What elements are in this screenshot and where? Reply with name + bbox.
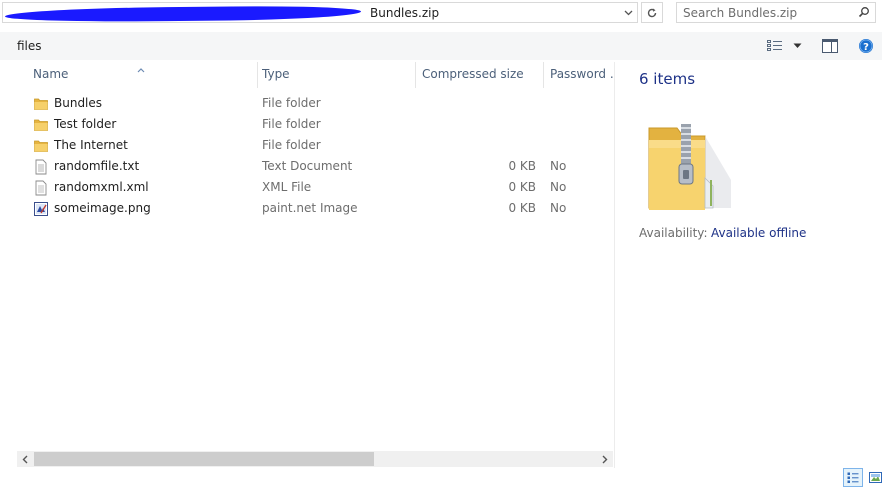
scrollbar-thumb[interactable]	[34, 452, 374, 466]
change-view-button[interactable]	[767, 38, 783, 54]
chevron-right-icon	[602, 455, 608, 463]
file-type: Text Document	[262, 159, 353, 173]
file-password: No	[550, 159, 567, 173]
search-input[interactable]	[683, 5, 853, 20]
redacted-path-scribble	[4, 5, 362, 23]
folder-icon	[33, 96, 49, 112]
file-name: randomxml.xml	[54, 180, 149, 194]
file-type: paint.net Image	[262, 201, 358, 215]
column-header-type[interactable]: Type	[262, 62, 412, 88]
search-box[interactable]	[676, 2, 876, 23]
column-divider[interactable]	[543, 62, 544, 88]
details-view-button[interactable]	[843, 468, 863, 487]
search-icon[interactable]	[858, 6, 870, 21]
column-headers: Name Type Compressed size Password ...	[17, 62, 613, 88]
address-bar-area: Bundles.zip	[0, 0, 882, 27]
file-size: 0 KB	[508, 159, 536, 173]
folder-icon	[33, 138, 49, 154]
file-type: File folder	[262, 117, 321, 131]
file-password: No	[550, 201, 567, 215]
column-header-compressed-size[interactable]: Compressed size	[422, 62, 542, 88]
details-view-icon	[847, 472, 859, 483]
file-type: XML File	[262, 180, 312, 194]
xml-file-icon	[33, 180, 49, 196]
command-bar: files ?	[0, 32, 882, 60]
file-row-randomxml-xml[interactable]: randomxml.xml XML File 0 KB No	[17, 177, 613, 198]
details-pane-divider[interactable]	[614, 62, 615, 468]
availability-value: Available offline	[711, 226, 807, 240]
file-row-test-folder[interactable]: Test folder File folder	[17, 114, 613, 135]
file-password: No	[550, 180, 567, 194]
refresh-icon	[647, 8, 657, 17]
file-name: Test folder	[54, 117, 117, 131]
preview-pane-button[interactable]	[822, 38, 838, 54]
large-icons-view-button[interactable]	[866, 468, 882, 487]
file-type: File folder	[262, 138, 321, 152]
column-header-password[interactable]: Password ...	[550, 62, 613, 88]
chevron-down-icon[interactable]	[621, 6, 635, 20]
file-row-bundles[interactable]: Bundles File folder	[17, 93, 613, 114]
availability-label: Availability:	[639, 226, 708, 240]
column-divider[interactable]	[257, 62, 258, 88]
column-divider[interactable]	[415, 62, 416, 88]
help-button[interactable]: ?	[858, 38, 874, 54]
file-row-randomfile-txt[interactable]: randomfile.txt Text Document 0 KB No	[17, 156, 613, 177]
file-row-the-internet[interactable]: The Internet File folder	[17, 135, 613, 156]
file-size: 0 KB	[508, 180, 536, 194]
file-name: randomfile.txt	[54, 159, 140, 173]
file-type: File folder	[262, 96, 321, 110]
zip-folder-icon	[643, 118, 739, 217]
address-current-location[interactable]: Bundles.zip	[370, 6, 439, 20]
svg-text:?: ?	[863, 42, 869, 53]
column-header-name[interactable]: Name	[33, 62, 253, 88]
text-file-icon	[33, 159, 49, 175]
horizontal-scrollbar[interactable]	[17, 451, 613, 467]
scroll-right-button[interactable]	[597, 451, 613, 467]
file-row-someimage-png[interactable]: someimage.png paint.net Image 0 KB No	[17, 198, 613, 219]
file-name: someimage.png	[54, 201, 151, 215]
caret-down-icon	[793, 43, 802, 48]
image-file-icon	[33, 201, 49, 217]
pane-icon	[822, 39, 838, 53]
item-count: 6 items	[639, 70, 696, 88]
address-bar[interactable]: Bundles.zip	[2, 2, 638, 23]
file-list: Bundles File folder Test folder File fol…	[17, 93, 613, 219]
chevron-left-icon	[22, 455, 28, 463]
scroll-left-button[interactable]	[17, 451, 33, 467]
view-options-dropdown[interactable]	[793, 38, 802, 54]
details-view-icon	[767, 40, 782, 51]
refresh-button[interactable]	[641, 2, 663, 23]
toolbar-label: files	[17, 39, 42, 53]
file-name: The Internet	[54, 138, 128, 152]
file-size: 0 KB	[508, 201, 536, 215]
thumbnail-view-icon	[868, 472, 882, 483]
file-name: Bundles	[54, 96, 103, 110]
help-icon: ?	[859, 39, 873, 53]
folder-icon	[33, 117, 49, 133]
